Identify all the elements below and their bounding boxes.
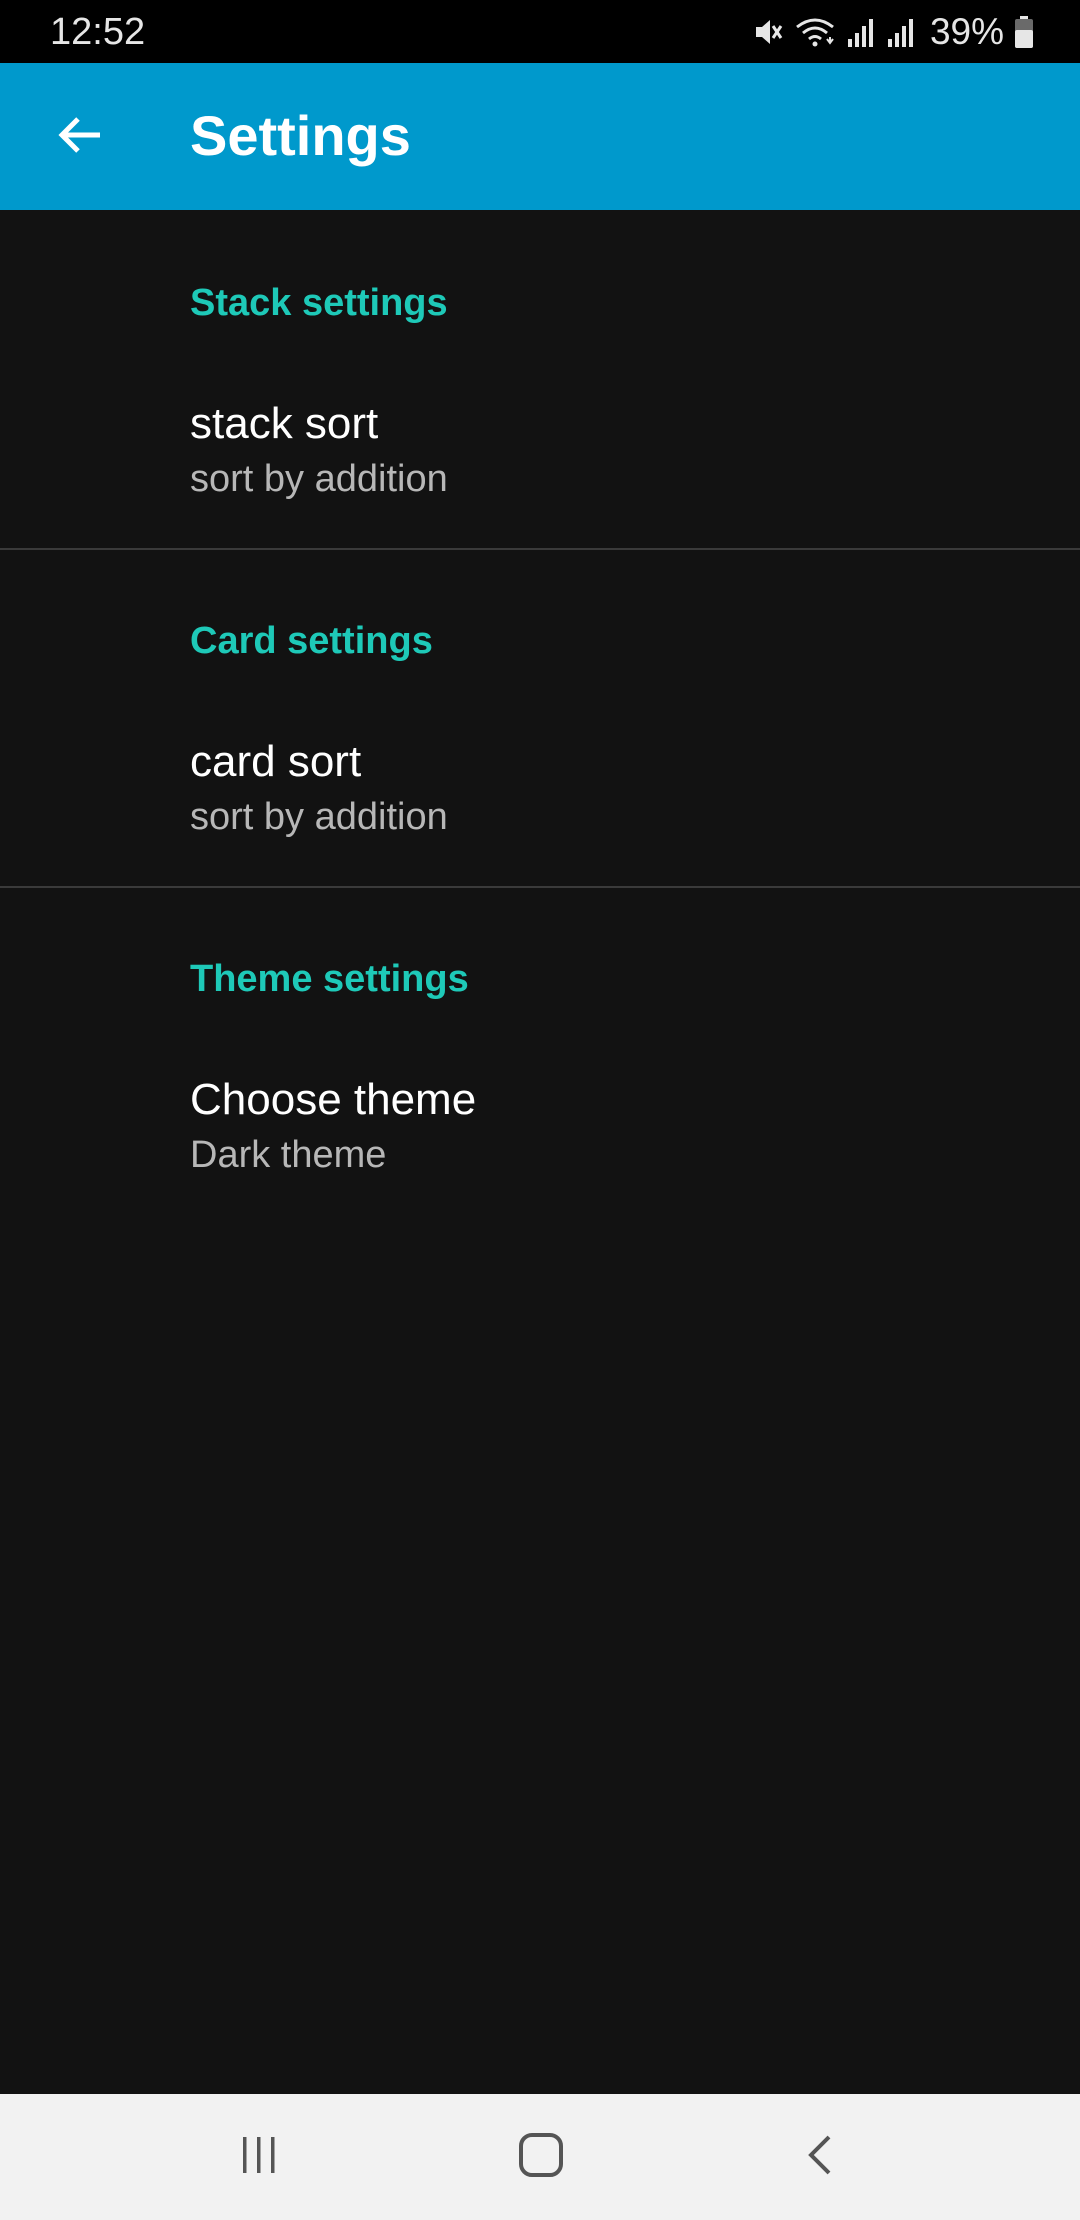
battery-icon	[1014, 15, 1034, 49]
wifi-icon	[794, 15, 836, 49]
arrow-left-icon	[56, 111, 104, 164]
pref-title: Choose theme	[190, 1075, 477, 1124]
pref-choose-theme[interactable]: Choose theme Dark theme	[0, 1074, 1080, 1184]
page-title: Settings	[190, 104, 411, 167]
section-stack-settings: Stack settings stack sort sort by additi…	[0, 210, 1080, 550]
status-time: 12:52	[50, 11, 146, 53]
recents-icon	[237, 2133, 281, 2182]
pref-summary: sort by addition	[190, 796, 448, 838]
signal-icon	[846, 15, 876, 49]
back-icon	[799, 2133, 843, 2182]
pref-title: card sort	[190, 737, 362, 786]
signal-icon	[886, 15, 916, 49]
section-card-settings: Card settings card sort sort by addition	[0, 550, 1080, 888]
home-button[interactable]	[496, 2117, 586, 2197]
pref-summary: Dark theme	[190, 1134, 387, 1176]
recents-button[interactable]	[214, 2117, 304, 2197]
section-header: Theme settings	[190, 958, 469, 1000]
section-header: Card settings	[190, 620, 433, 662]
pref-title: stack sort	[190, 399, 379, 448]
section-header: Stack settings	[190, 282, 448, 324]
settings-list: Stack settings stack sort sort by additi…	[0, 210, 1080, 1228]
home-icon	[517, 2131, 565, 2184]
status-bar: 12:52 39%	[0, 0, 1080, 63]
pref-stack-sort[interactable]: stack sort sort by addition	[0, 398, 1080, 508]
pref-card-sort[interactable]: card sort sort by addition	[0, 736, 1080, 846]
pref-summary: sort by addition	[190, 458, 448, 500]
system-nav-bar	[0, 2094, 1080, 2220]
mute-icon	[750, 15, 784, 49]
back-button[interactable]	[36, 93, 124, 181]
section-theme-settings: Theme settings Choose theme Dark theme	[0, 888, 1080, 1228]
nav-back-button[interactable]	[776, 2117, 866, 2197]
status-icons: 39%	[750, 8, 1034, 56]
app-bar: Settings	[0, 63, 1080, 210]
battery-percent: 39%	[929, 11, 1004, 52]
